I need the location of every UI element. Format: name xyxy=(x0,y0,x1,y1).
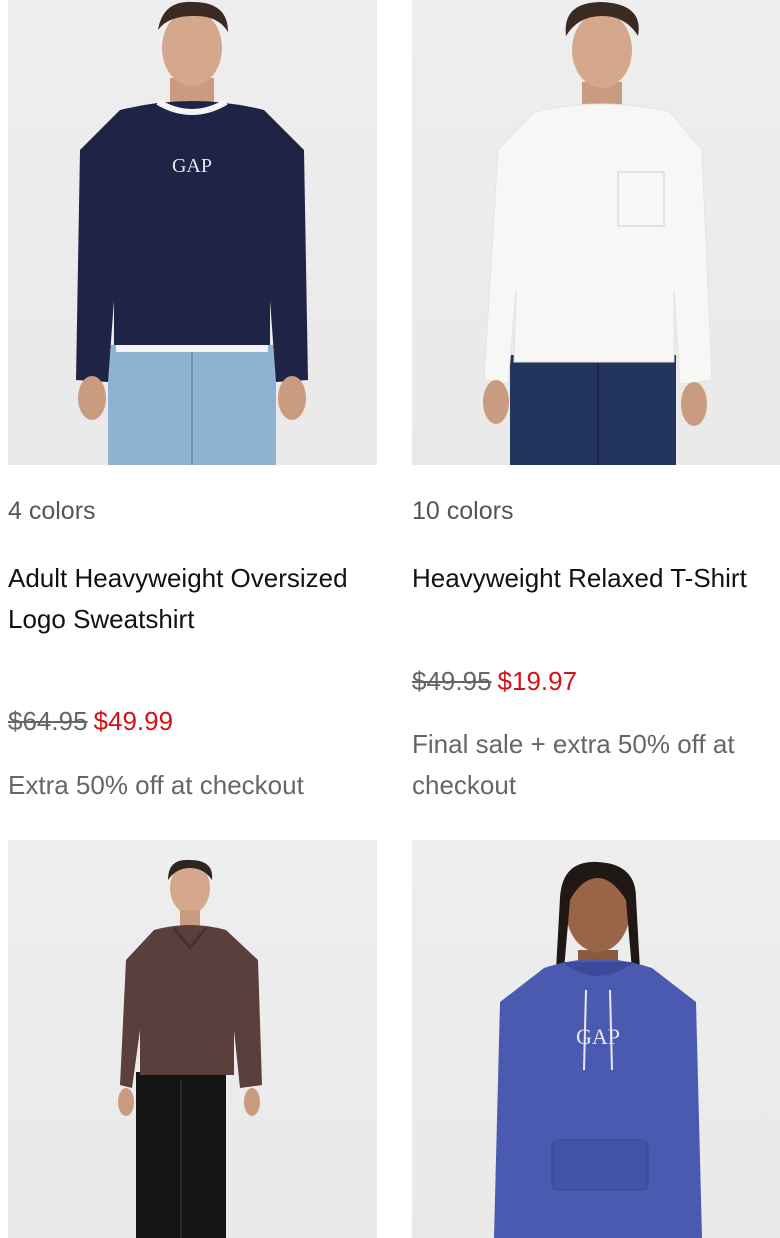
navy-sweatshirt-photo: GAP xyxy=(76,1,308,465)
product-card-3[interactable] xyxy=(8,840,377,1238)
original-price: $64.95 xyxy=(8,706,88,736)
product-title[interactable]: Adult Heavyweight Oversized Logo Sweatsh… xyxy=(8,558,368,640)
blue-hoodie-photo: GAP xyxy=(494,861,702,1238)
product-card-4[interactable]: GAP xyxy=(412,840,780,1238)
svg-text:GAP: GAP xyxy=(172,155,212,177)
sale-price: $49.99 xyxy=(93,706,174,736)
product-image-4[interactable]: GAP xyxy=(412,840,780,1238)
product-card-2[interactable]: 10 colors Heavyweight Relaxed T-Shirt $4… xyxy=(412,0,780,800)
promo-text: Extra 50% off at checkout xyxy=(8,770,304,800)
product-card-1[interactable]: GAP 4 colors Adult Heavyweight Oversized… xyxy=(8,0,377,800)
color-count[interactable]: 10 colors xyxy=(412,497,513,526)
color-count[interactable]: 4 colors xyxy=(8,497,96,526)
price-block: $64.95 $49.99 xyxy=(8,706,173,737)
white-tshirt-photo xyxy=(483,2,713,465)
brown-polo-photo xyxy=(118,859,262,1238)
product-image-1[interactable]: GAP xyxy=(8,0,377,465)
sale-price: $19.97 xyxy=(497,666,578,696)
promo-text: Final sale + extra 50% off at checkout xyxy=(412,729,735,800)
price-block: $49.95 $19.97 xyxy=(412,666,577,697)
original-price: $49.95 xyxy=(412,666,492,696)
svg-text:GAP: GAP xyxy=(576,1024,620,1049)
product-image-3[interactable] xyxy=(8,840,377,1238)
product-image-2[interactable] xyxy=(412,0,780,465)
product-title[interactable]: Heavyweight Relaxed T-Shirt xyxy=(412,558,772,599)
